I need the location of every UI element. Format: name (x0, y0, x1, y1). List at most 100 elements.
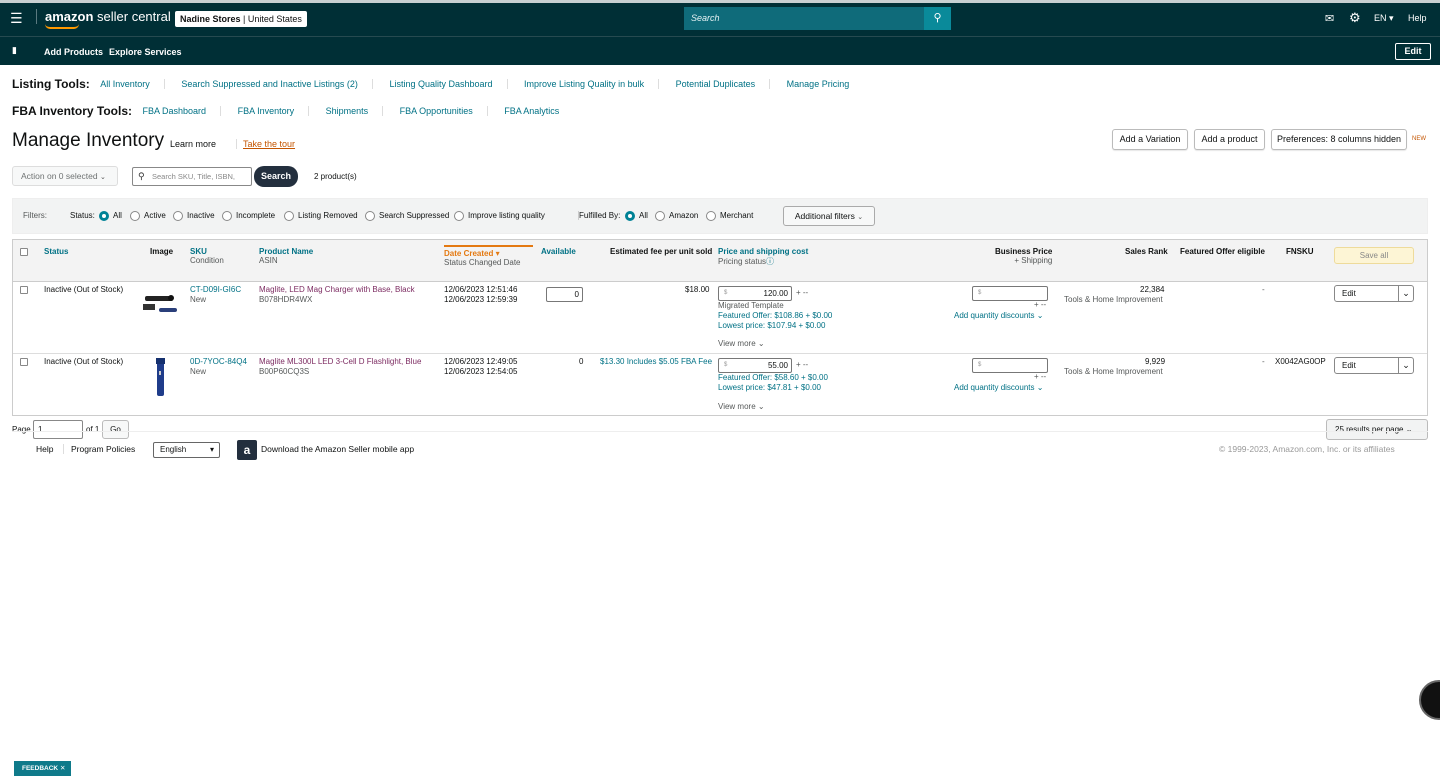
add-product-button[interactable]: Add a product (1194, 129, 1265, 150)
column-date-created[interactable]: Date Created ▾ Status Changed Date (444, 245, 533, 274)
add-quantity-discounts-link[interactable]: Add quantity discounts ⌄ (954, 383, 1043, 393)
feedback-button[interactable]: FEEDBACK ✕ (14, 761, 71, 776)
chevron-down-icon[interactable]: ⌄ (1398, 358, 1413, 373)
price-input[interactable]: $120.00 (718, 286, 792, 301)
language-selector[interactable]: EN ▾ (1374, 13, 1394, 24)
store-switcher[interactable]: Nadine Stores | United States (175, 11, 307, 27)
program-policies-link[interactable]: Program Policies (63, 444, 135, 454)
mail-icon[interactable]: ✉ (1325, 12, 1334, 25)
view-more-link[interactable]: View more ⌄ (718, 339, 765, 349)
row-sku[interactable]: CT-D09I-GI6C (190, 285, 241, 295)
status-active-radio[interactable]: Active (130, 211, 166, 221)
floating-widget-button[interactable] (1419, 680, 1440, 720)
price-header: Price and shipping cost (718, 247, 809, 256)
column-status[interactable]: Status (44, 247, 68, 256)
product-thumbnail-charger[interactable] (141, 290, 181, 318)
row-sku[interactable]: 0D-7YOC-84Q4 (190, 357, 247, 367)
add-variation-button[interactable]: Add a Variation (1112, 129, 1188, 150)
search-placeholder: Search SKU, Title, ISBN, (152, 172, 235, 181)
potential-duplicates-link[interactable]: Potential Duplicates (675, 79, 771, 89)
bulk-action-select[interactable]: Action on 0 selected ⌄ (12, 166, 118, 186)
results-per-page-select[interactable]: 25 results per page ⌄ (1326, 419, 1428, 440)
status-improve-quality-radio[interactable]: Improve listing quality (454, 211, 545, 221)
price-input[interactable]: $55.00 (718, 358, 792, 373)
footer-help-link[interactable]: Help (36, 444, 53, 454)
row-condition: New (190, 367, 207, 376)
top-navigation-bar: ☰ amazon seller central Nadine Stores | … (0, 0, 1440, 36)
help-link[interactable]: Help (1408, 13, 1427, 23)
listing-quality-dashboard-link[interactable]: Listing Quality Dashboard (389, 79, 508, 89)
row-product-name[interactable]: Maglite, LED Mag Charger with Base, Blac… (259, 285, 415, 295)
row-edit-button[interactable]: Edit ⌄ (1334, 285, 1414, 302)
available-quantity-input[interactable]: 0 (546, 287, 583, 302)
pricing-template: Migrated Template (718, 301, 784, 310)
manage-pricing-link[interactable]: Manage Pricing (787, 79, 864, 89)
seller-central-logo[interactable]: amazon seller central (36, 9, 171, 29)
column-sku[interactable]: SKU Condition (190, 247, 224, 265)
inventory-search-button[interactable]: Search (254, 166, 298, 187)
fulfilled-merchant-radio[interactable]: Merchant (706, 211, 753, 221)
edit-label: Edit (1342, 361, 1356, 370)
info-icon[interactable]: ⓘ (766, 257, 774, 266)
status-listing-removed-radio[interactable]: Listing Removed (284, 211, 358, 221)
download-app-link[interactable]: Download the Amazon Seller mobile app (261, 444, 414, 454)
row-checkbox[interactable] (20, 358, 28, 366)
fba-dashboard-link[interactable]: FBA Dashboard (142, 106, 222, 116)
page-number-input[interactable]: 1 (33, 420, 83, 439)
preferences-button[interactable]: Preferences: 8 columns hidden (1271, 129, 1407, 150)
search-icon: ⚲ (138, 171, 145, 181)
fba-analytics-link[interactable]: FBA Analytics (504, 106, 573, 116)
fulfilled-amazon-radio[interactable]: Amazon (655, 211, 698, 221)
radio-icon (706, 211, 716, 221)
business-price-input[interactable]: $ (972, 358, 1048, 373)
chevron-down-icon[interactable]: ⌄ (1398, 286, 1413, 301)
gear-icon[interactable]: ⚙ (1349, 10, 1361, 26)
status-incomplete-radio[interactable]: Incomplete (222, 211, 275, 221)
learn-more-link[interactable]: Learn more (170, 139, 216, 149)
edit-bookmarks-button[interactable]: Edit (1395, 43, 1431, 60)
bookmark-icon[interactable]: ▮ (12, 45, 17, 56)
fba-opportunities-link[interactable]: FBA Opportunities (399, 106, 488, 116)
explore-services-link[interactable]: Explore Services (109, 47, 182, 57)
inventory-search-input[interactable]: ⚲ Search SKU, Title, ISBN, (132, 167, 252, 186)
fba-tools-row: FBA Inventory Tools: FBA Dashboard FBA I… (12, 104, 587, 118)
additional-filters-button[interactable]: Additional filters ⌄ (783, 206, 875, 226)
amazon-app-icon[interactable]: a (237, 440, 257, 460)
footer-language-select[interactable]: English ▾ (153, 442, 220, 458)
hamburger-menu-icon[interactable]: ☰ (10, 11, 23, 25)
go-button[interactable]: Go (102, 420, 129, 439)
global-search-input[interactable]: Search (684, 7, 924, 30)
row-edit-button[interactable]: Edit ⌄ (1334, 357, 1414, 374)
sku-header: SKU (190, 247, 207, 256)
row-checkbox[interactable] (20, 286, 28, 294)
radio-icon (173, 211, 183, 221)
status-inactive-radio[interactable]: Inactive (173, 211, 215, 221)
save-all-button[interactable]: Save all (1334, 247, 1414, 264)
row-product-name[interactable]: Maglite ML300L LED 3-Cell D Flashlight, … (259, 357, 421, 367)
add-products-link[interactable]: Add Products (44, 47, 103, 57)
column-price[interactable]: Price and shipping cost Pricing statusⓘ (718, 247, 808, 267)
column-available[interactable]: Available (541, 247, 576, 256)
take-tour-link[interactable]: Take the tour (236, 139, 295, 149)
close-icon[interactable]: ✕ (60, 765, 65, 772)
improve-listing-quality-link[interactable]: Improve Listing Quality in bulk (524, 79, 660, 89)
status-all-radio[interactable]: All (99, 211, 122, 221)
fulfilled-all-radio[interactable]: All (625, 211, 648, 221)
store-name: Nadine Stores (180, 14, 241, 24)
view-more-label: View more (718, 339, 756, 348)
business-price-header: Business Price (995, 247, 1053, 256)
column-product-name[interactable]: Product Name ASIN (259, 247, 313, 265)
view-more-link[interactable]: View more ⌄ (718, 402, 765, 412)
suppressed-listings-link[interactable]: Search Suppressed and Inactive Listings … (181, 79, 373, 89)
footer-divider (12, 431, 1428, 432)
select-all-checkbox[interactable] (20, 248, 28, 256)
all-inventory-link[interactable]: All Inventory (100, 79, 165, 89)
fba-inventory-link[interactable]: FBA Inventory (237, 106, 310, 116)
shipments-link[interactable]: Shipments (325, 106, 384, 116)
status-search-suppressed-radio[interactable]: Search Suppressed (365, 211, 449, 221)
bulk-action-label: Action on 0 selected (21, 171, 98, 181)
global-search-button[interactable]: ⚲ (924, 7, 951, 30)
product-thumbnail-flashlight[interactable] (152, 357, 168, 397)
add-quantity-discounts-link[interactable]: Add quantity discounts ⌄ (954, 311, 1043, 321)
business-price-input[interactable]: $ (972, 286, 1048, 301)
